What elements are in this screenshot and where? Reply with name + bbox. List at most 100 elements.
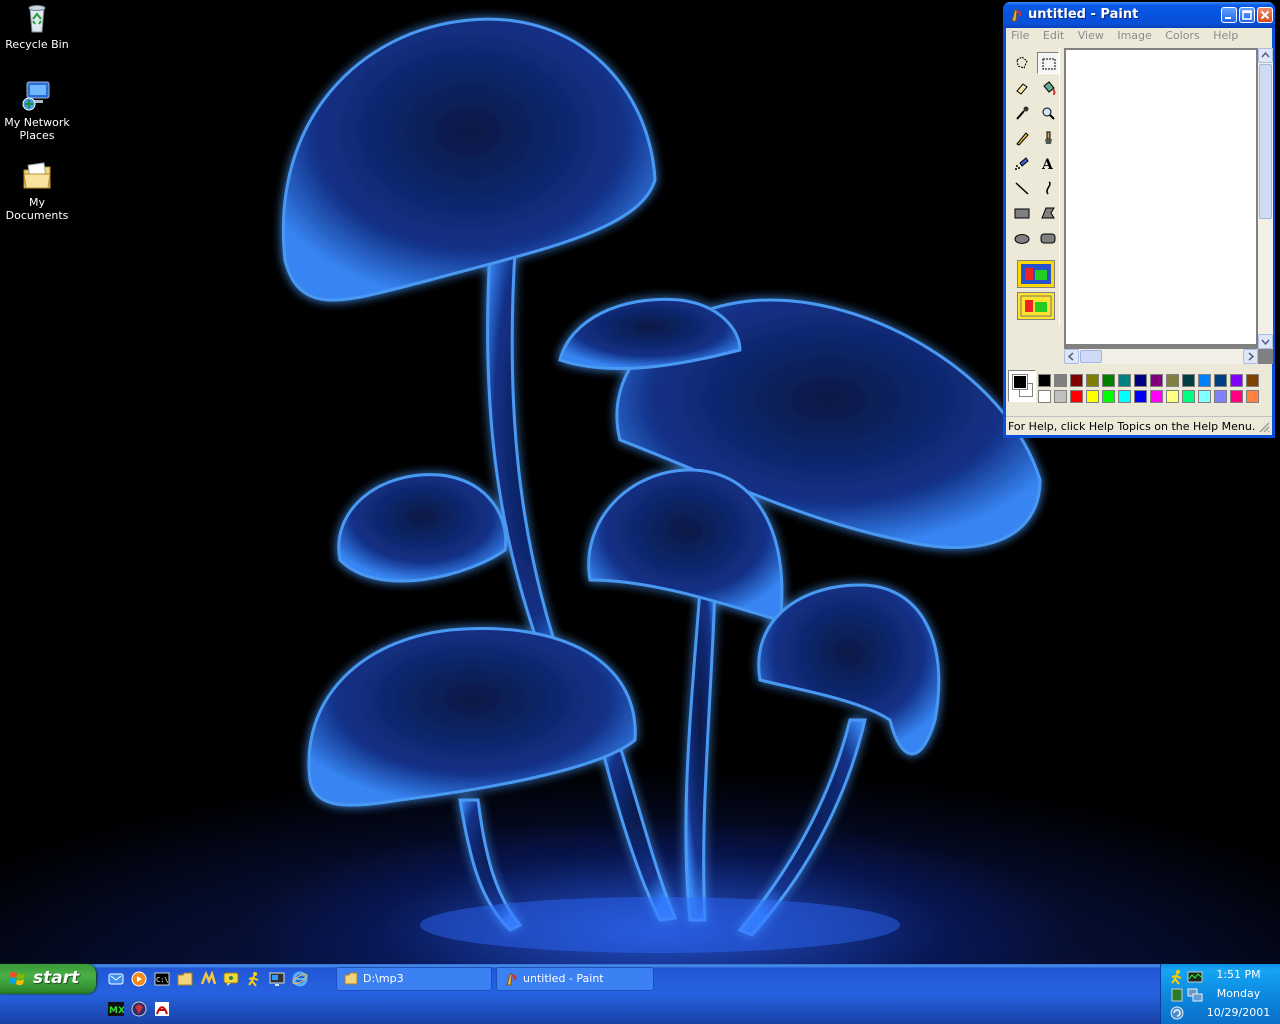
scroll-up-button[interactable] [1258,48,1273,63]
close-button[interactable] [1257,7,1273,23]
polygon-tool[interactable] [1037,202,1059,224]
volume-icon[interactable] [1169,987,1185,1003]
outlook-express-icon[interactable] [108,971,124,987]
select-tool[interactable] [1037,52,1059,74]
palette-swatch[interactable] [1102,374,1115,387]
shield-icon[interactable] [131,1001,147,1017]
palette-swatch[interactable] [1134,390,1147,403]
palette-swatch[interactable] [1182,390,1195,403]
palette-swatch[interactable] [1166,374,1179,387]
recycle-bin-icon [21,2,53,34]
tool-box: A [1011,48,1060,326]
palette-swatch[interactable] [1198,390,1211,403]
palette-swatch[interactable] [1182,374,1195,387]
rounded-rectangle-tool[interactable] [1037,227,1059,249]
ellipse-tool[interactable] [1011,227,1033,249]
desktop-icon-recycle-bin[interactable]: Recycle Bin [0,2,74,51]
vertical-scroll-thumb[interactable] [1259,64,1272,219]
paint-title-bar[interactable]: untitled - Paint [1003,2,1275,28]
clock-time[interactable]: 1:51 PM [1201,968,1276,981]
remote-desktop-icon[interactable] [269,971,285,987]
palette-swatch[interactable] [1214,390,1227,403]
desktop-icon-network-places[interactable]: My Network Places [0,80,74,142]
scroll-left-button[interactable] [1064,349,1079,364]
task-label: untitled - Paint [523,972,604,985]
menu-edit[interactable]: Edit [1038,28,1069,44]
color-palette [1008,370,1268,406]
palette-swatch[interactable] [1198,374,1211,387]
palette-swatch[interactable] [1102,390,1115,403]
palette-swatch[interactable] [1118,374,1131,387]
palette-swatch[interactable] [1150,374,1163,387]
palette-swatch[interactable] [1070,390,1083,403]
aim-running-man-icon[interactable] [1169,969,1185,985]
free-form-select-tool[interactable] [1011,52,1033,74]
palette-swatch[interactable] [1150,390,1163,403]
transparency-option-opaque[interactable] [1017,260,1055,288]
menu-view[interactable]: View [1073,28,1109,44]
scroll-down-button[interactable] [1258,334,1273,349]
palette-swatch[interactable] [1214,374,1227,387]
task-button-paint[interactable]: untitled - Paint [496,967,654,991]
task-button-mp3-folder[interactable]: D:\mp3 [336,967,492,991]
aim-icon[interactable] [246,971,262,987]
minimize-button[interactable] [1221,7,1237,23]
menu-help[interactable]: Help [1208,28,1243,44]
winamp-icon[interactable] [200,970,217,987]
palette-swatch[interactable] [1166,390,1179,403]
current-colors[interactable] [1008,370,1036,402]
drawing-canvas[interactable] [1066,50,1256,344]
magnifier-tool[interactable] [1037,102,1059,124]
palette-swatch[interactable] [1086,374,1099,387]
horizontal-scrollbar[interactable] [1064,349,1258,364]
eraser-tool[interactable] [1011,77,1033,99]
fill-tool[interactable] [1037,77,1059,99]
palette-swatch[interactable] [1246,374,1259,387]
airbrush-tool[interactable] [1011,152,1033,174]
pencil-tool[interactable] [1011,127,1033,149]
mx-icon[interactable]: MX [108,1001,125,1017]
desktop-icon-label: My Network Places [4,116,70,142]
menu-image[interactable]: Image [1112,28,1156,44]
command-prompt-icon[interactable]: C:\ [154,971,170,987]
palette-swatch[interactable] [1118,390,1131,403]
curve-tool[interactable] [1037,177,1059,199]
palette-swatch[interactable] [1230,390,1243,403]
minimize-icon [1222,8,1236,22]
brush-tool[interactable] [1037,127,1059,149]
palette-swatch[interactable] [1246,390,1259,403]
palette-swatch[interactable] [1070,374,1083,387]
palette-swatch[interactable] [1038,374,1051,387]
menu-file[interactable]: File [1006,28,1034,44]
messenger-icon[interactable] [223,971,239,987]
palette-swatch[interactable] [1086,390,1099,403]
folder-icon [344,972,358,985]
vertical-scrollbar[interactable] [1258,48,1273,349]
desktop-icon-my-documents[interactable]: My Documents [0,160,74,222]
line-tool[interactable] [1011,177,1033,199]
paint-window[interactable]: untitled - Paint File Edit View Image Co… [1003,2,1275,438]
resize-grip-icon[interactable] [1259,422,1270,433]
palette-swatch[interactable] [1054,390,1067,403]
internet-explorer-icon[interactable] [292,971,308,987]
explorer-folder-icon[interactable] [177,971,193,987]
text-tool[interactable]: A [1037,152,1059,174]
start-button[interactable]: start [0,964,96,994]
palette-swatch[interactable] [1038,390,1051,403]
palette-swatch[interactable] [1230,374,1243,387]
horizontal-scroll-thumb[interactable] [1080,350,1102,363]
rectangle-tool[interactable] [1011,202,1033,224]
status-text: For Help, click Help Topics on the Help … [1008,420,1256,433]
close-icon [1258,8,1272,22]
transparency-option-transparent[interactable] [1017,292,1055,320]
palette-swatch[interactable] [1134,374,1147,387]
menu-colors[interactable]: Colors [1160,28,1204,44]
palette-swatch[interactable] [1054,374,1067,387]
maximize-button[interactable] [1239,7,1255,23]
pick-color-tool[interactable] [1011,102,1033,124]
foreground-color-swatch [1012,374,1028,390]
acrobat-icon[interactable] [154,1001,170,1017]
media-player-icon[interactable] [131,971,147,987]
windows-update-icon[interactable] [1169,1005,1185,1021]
scroll-right-button[interactable] [1243,349,1258,364]
